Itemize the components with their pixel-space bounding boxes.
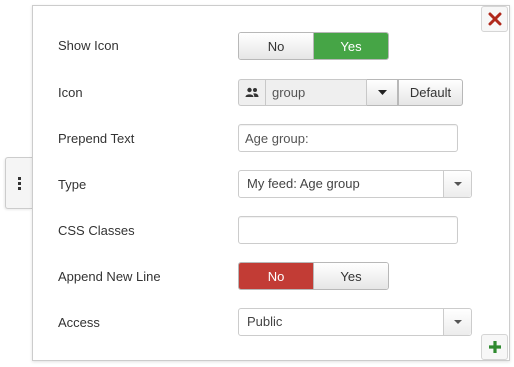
close-icon xyxy=(488,12,502,26)
type-selected-value: My feed: Age group xyxy=(247,176,360,191)
close-button[interactable] xyxy=(481,6,508,32)
type-select[interactable]: My feed: Age group xyxy=(238,170,472,198)
caret-down-icon xyxy=(453,182,462,186)
caret-down-icon xyxy=(453,320,462,324)
drag-handle[interactable] xyxy=(5,157,32,209)
append-new-line-yes-option[interactable]: Yes xyxy=(313,263,388,289)
append-new-line-no-option[interactable]: No xyxy=(239,263,313,289)
plus-icon xyxy=(489,341,501,353)
access-select-arrow xyxy=(443,309,471,335)
access-selected-value: Public xyxy=(247,314,283,329)
vertical-dots-icon xyxy=(17,176,21,190)
prepend-text-label: Prepend Text xyxy=(58,131,135,146)
icon-label: Icon xyxy=(58,85,83,100)
prepend-text-input[interactable] xyxy=(238,124,458,152)
add-button[interactable] xyxy=(481,334,508,360)
show-icon-toggle: No Yes xyxy=(238,32,389,60)
show-icon-label: Show Icon xyxy=(58,38,119,53)
show-icon-no-option[interactable]: No xyxy=(239,33,313,59)
icon-picker: group Default xyxy=(238,79,463,106)
access-label: Access xyxy=(58,315,100,330)
append-new-line-toggle: No Yes xyxy=(238,262,389,290)
css-classes-input[interactable] xyxy=(238,216,458,244)
access-select[interactable]: Public xyxy=(238,308,472,336)
show-icon-yes-option[interactable]: Yes xyxy=(313,33,388,59)
caret-down-icon xyxy=(377,90,387,95)
icon-value-field: group xyxy=(265,79,367,106)
users-icon xyxy=(245,87,259,97)
type-select-arrow xyxy=(443,171,471,197)
append-new-line-label: Append New Line xyxy=(58,269,161,284)
icon-dropdown-button[interactable] xyxy=(367,79,398,106)
icon-preview xyxy=(238,79,265,106)
type-label: Type xyxy=(58,177,87,192)
css-classes-label: CSS Classes xyxy=(58,223,135,238)
icon-default-button[interactable]: Default xyxy=(398,79,463,106)
